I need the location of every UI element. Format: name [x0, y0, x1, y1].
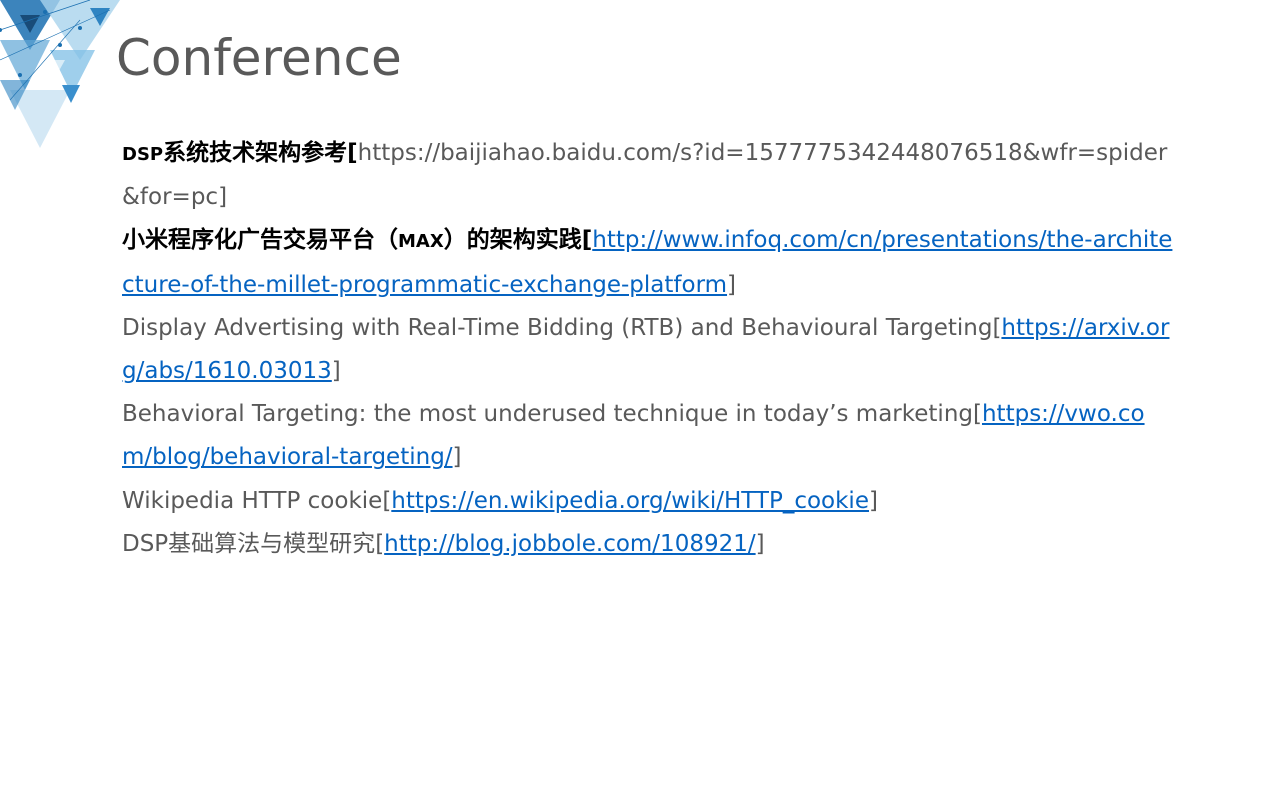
- bracket-close: ]: [868, 487, 878, 514]
- list-item: DSP基础算法与模型研究[http://blog.jobbole.com/108…: [122, 523, 1174, 566]
- list-item: DSP系统技术架构参考[https://baijiahao.baidu.com/…: [122, 132, 1174, 219]
- bracket-close: ]: [755, 530, 765, 557]
- bracket-close: ]: [331, 358, 341, 385]
- reference-label: Behavioral Targeting: the most underused…: [122, 401, 973, 428]
- reference-label: 系统技术架构参考: [163, 140, 348, 166]
- list-item: 小米程序化广告交易平台（MAX）的架构实践[http://www.infoq.c…: [122, 219, 1174, 306]
- reference-list: DSP系统技术架构参考[https://baijiahao.baidu.com/…: [122, 132, 1174, 566]
- page-title: Conference: [116, 29, 402, 87]
- reference-label: DSP基础算法与模型研究: [122, 530, 376, 557]
- reference-label-prefix: DSP: [122, 144, 164, 165]
- bracket-open: [: [382, 487, 392, 514]
- reference-link[interactable]: https://en.wikipedia.org/wiki/HTTP_cooki…: [391, 488, 869, 514]
- triangle-pattern-icon: [0, 0, 120, 148]
- reference-label-abbr: MAX: [398, 231, 444, 253]
- bracket-close: ]: [452, 444, 462, 471]
- reference-label: Wikipedia HTTP cookie: [122, 487, 383, 514]
- reference-label: 小米程序化广告交易平台（: [122, 227, 398, 254]
- reference-label-suffix: ）的架构实践: [443, 227, 582, 254]
- reference-label: Display Advertising with Real-Time Biddi…: [122, 314, 993, 341]
- bracket-close: ]: [727, 271, 737, 298]
- reference-link[interactable]: http://blog.jobbole.com/108921/: [384, 531, 755, 557]
- bracket-close: ]: [218, 184, 228, 211]
- slide: Conference DSP系统技术架构参考[https://baijiahao…: [0, 0, 1280, 800]
- bracket-open: [: [973, 401, 982, 428]
- list-item: Behavioral Targeting: the most underused…: [122, 393, 1174, 479]
- bracket-open: [: [375, 530, 385, 557]
- list-item: Wikipedia HTTP cookie[https://en.wikiped…: [122, 480, 1174, 523]
- list-item: Display Advertising with Real-Time Biddi…: [122, 307, 1174, 393]
- bracket-open: [: [347, 140, 358, 166]
- bracket-open: [: [581, 227, 593, 254]
